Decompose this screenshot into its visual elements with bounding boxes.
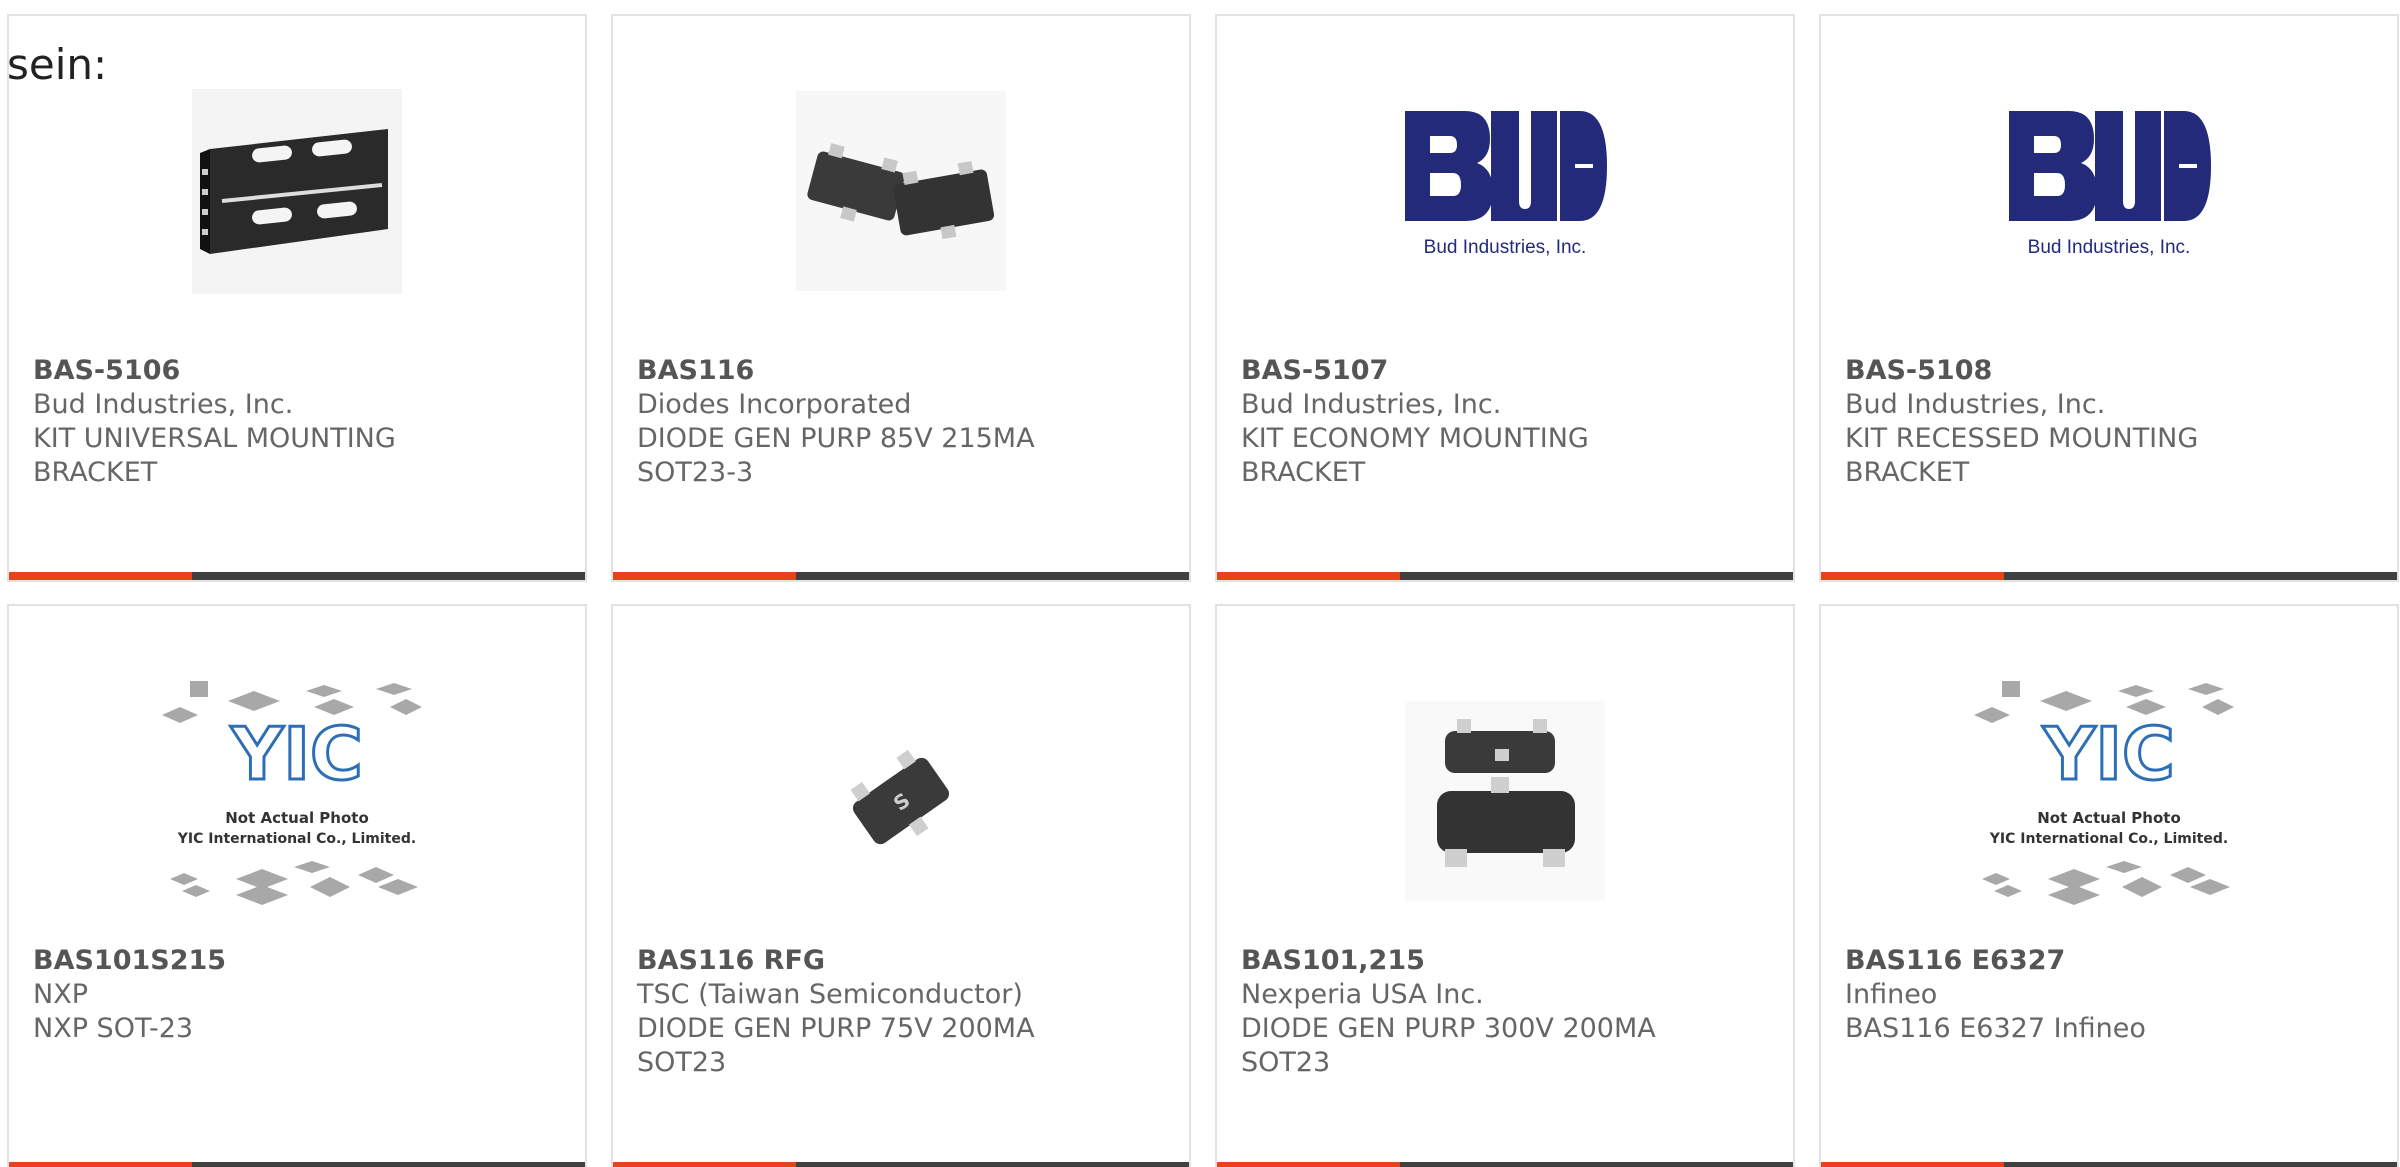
product-image xyxy=(9,76,585,306)
yic-placeholder: YIC Not Actual Photo YIC International C… xyxy=(1974,681,2234,905)
sot23-chip-icon xyxy=(1405,701,1605,901)
card-accent-bar xyxy=(613,572,796,580)
card-accent-bar xyxy=(9,572,192,580)
part-number[interactable]: BAS116 RFG xyxy=(637,944,1165,978)
card-bottom-bar xyxy=(9,1162,585,1167)
product-card[interactable]: YIC Not Actual Photo YIC International C… xyxy=(7,604,587,1167)
product-info: BAS116 E6327 Infineo BAS116 E6327 Infine… xyxy=(1845,944,2373,1046)
card-bottom-bar xyxy=(613,572,1189,580)
card-accent-bar xyxy=(1821,572,2004,580)
part-number[interactable]: BAS116 xyxy=(637,354,1165,388)
product-image: Bud Industries, Inc. xyxy=(1217,76,1793,306)
manufacturer: Infineo xyxy=(1845,979,1938,1010)
manufacturer: Bud Industries, Inc. xyxy=(33,389,294,420)
product-grid-page: sein: BAS-5106 Bud Industries, Inc. KIT … xyxy=(0,0,2400,1167)
part-number[interactable]: BAS-5106 xyxy=(33,354,561,388)
card-bottom-bar xyxy=(1217,572,1793,580)
product-info: BAS-5107 Bud Industries, Inc. KIT ECONOM… xyxy=(1241,354,1769,490)
description-line-2: BRACKET xyxy=(1241,457,1366,488)
product-card[interactable]: S BAS116 RFG TSC (Taiwan Semiconductor) … xyxy=(611,604,1191,1167)
sot23-chip-icon: S xyxy=(850,749,950,845)
description-line-1: BAS116 E6327 Infineo xyxy=(1845,1013,2146,1044)
card-accent-bar xyxy=(1217,572,1400,580)
bud-logo-caption: Bud Industries, Inc. xyxy=(2028,237,2191,258)
manufacturer: Bud Industries, Inc. xyxy=(1845,389,2106,420)
manufacturer: TSC (Taiwan Semiconductor) xyxy=(637,979,1023,1010)
description-line-1: NXP SOT-23 xyxy=(33,1013,194,1044)
product-grid: BAS-5106 Bud Industries, Inc. KIT UNIVER… xyxy=(7,14,2399,1167)
manufacturer: NXP xyxy=(33,979,88,1010)
product-info: BAS101S215 NXP NXP SOT-23 xyxy=(33,944,561,1046)
product-image: S xyxy=(613,686,1189,916)
product-info: BAS-5108 Bud Industries, Inc. KIT RECESS… xyxy=(1845,354,2373,490)
card-bottom-bar xyxy=(613,1162,1189,1167)
part-number[interactable]: BAS116 E6327 xyxy=(1845,944,2373,978)
part-number[interactable]: BAS101S215 xyxy=(33,944,561,978)
product-info: BAS-5106 Bud Industries, Inc. KIT UNIVER… xyxy=(33,354,561,490)
svg-text:YIC: YIC xyxy=(2042,712,2175,796)
manufacturer: Nexperia USA Inc. xyxy=(1241,979,1484,1010)
description-line-1: DIODE GEN PURP 300V 200MA xyxy=(1241,1013,1656,1044)
product-card[interactable]: BAS-5106 Bud Industries, Inc. KIT UNIVER… xyxy=(7,14,587,582)
manufacturer: Bud Industries, Inc. xyxy=(1241,389,1502,420)
description-line-1: KIT UNIVERSAL MOUNTING xyxy=(33,423,396,454)
placeholder-line-1: Not Actual Photo xyxy=(225,809,369,827)
intro-text: sein: xyxy=(7,40,108,89)
bud-logo-caption: Bud Industries, Inc. xyxy=(1424,237,1587,258)
card-accent-bar xyxy=(9,1162,192,1167)
card-accent-bar xyxy=(1821,1162,2004,1167)
product-image: YIC Not Actual Photo YIC International C… xyxy=(1821,681,2397,916)
product-card[interactable]: YIC Not Actual Photo YIC International C… xyxy=(1819,604,2399,1167)
card-bottom-bar xyxy=(9,572,585,580)
description-line-1: DIODE GEN PURP 85V 215MA xyxy=(637,423,1035,454)
product-card[interactable]: BAS116 Diodes Incorporated DIODE GEN PUR… xyxy=(611,14,1191,582)
part-number[interactable]: BAS-5108 xyxy=(1845,354,2373,388)
bud-logo: Bud Industries, Inc. xyxy=(2009,111,2211,258)
description-line-1: DIODE GEN PURP 75V 200MA xyxy=(637,1013,1035,1044)
product-image xyxy=(1217,686,1793,916)
yic-placeholder: YIC Not Actual Photo YIC International C… xyxy=(162,681,422,905)
product-info: BAS116 RFG TSC (Taiwan Semiconductor) DI… xyxy=(637,944,1165,1080)
part-number[interactable]: BAS101,215 xyxy=(1241,944,1769,978)
product-info: BAS101,215 Nexperia USA Inc. DIODE GEN P… xyxy=(1241,944,1769,1080)
description-line-2: BRACKET xyxy=(33,457,158,488)
placeholder-line-1: Not Actual Photo xyxy=(2037,809,2181,827)
product-image: Bud Industries, Inc. xyxy=(1821,76,2397,306)
manufacturer: Diodes Incorporated xyxy=(637,389,912,420)
description-line-1: KIT ECONOMY MOUNTING xyxy=(1241,423,1589,454)
card-bottom-bar xyxy=(1821,572,2397,580)
card-accent-bar xyxy=(1217,1162,1400,1167)
card-bottom-bar xyxy=(1217,1162,1793,1167)
sot23-chip-icon xyxy=(796,91,1006,291)
card-bottom-bar xyxy=(1821,1162,2397,1167)
description-line-2: SOT23-3 xyxy=(637,457,754,488)
mounting-bracket-icon xyxy=(192,88,402,294)
svg-text:YIC: YIC xyxy=(230,712,363,796)
placeholder-line-2: YIC International Co., Limited. xyxy=(177,831,416,847)
card-accent-bar xyxy=(613,1162,796,1167)
description-line-1: KIT RECESSED MOUNTING xyxy=(1845,423,2199,454)
product-card[interactable]: BAS101,215 Nexperia USA Inc. DIODE GEN P… xyxy=(1215,604,1795,1167)
product-image: YIC Not Actual Photo YIC International C… xyxy=(9,681,585,916)
description-line-2: BRACKET xyxy=(1845,457,1970,488)
part-number[interactable]: BAS-5107 xyxy=(1241,354,1769,388)
product-image xyxy=(613,76,1189,306)
description-line-2: SOT23 xyxy=(637,1047,727,1078)
product-card[interactable]: Bud Industries, Inc. BAS-5108 Bud Indust… xyxy=(1819,14,2399,582)
product-info: BAS116 Diodes Incorporated DIODE GEN PUR… xyxy=(637,354,1165,490)
product-card[interactable]: Bud Industries, Inc. BAS-5107 Bud Indust… xyxy=(1215,14,1795,582)
placeholder-line-2: YIC International Co., Limited. xyxy=(1989,831,2228,847)
bud-logo: Bud Industries, Inc. xyxy=(1405,111,1607,258)
description-line-2: SOT23 xyxy=(1241,1047,1331,1078)
